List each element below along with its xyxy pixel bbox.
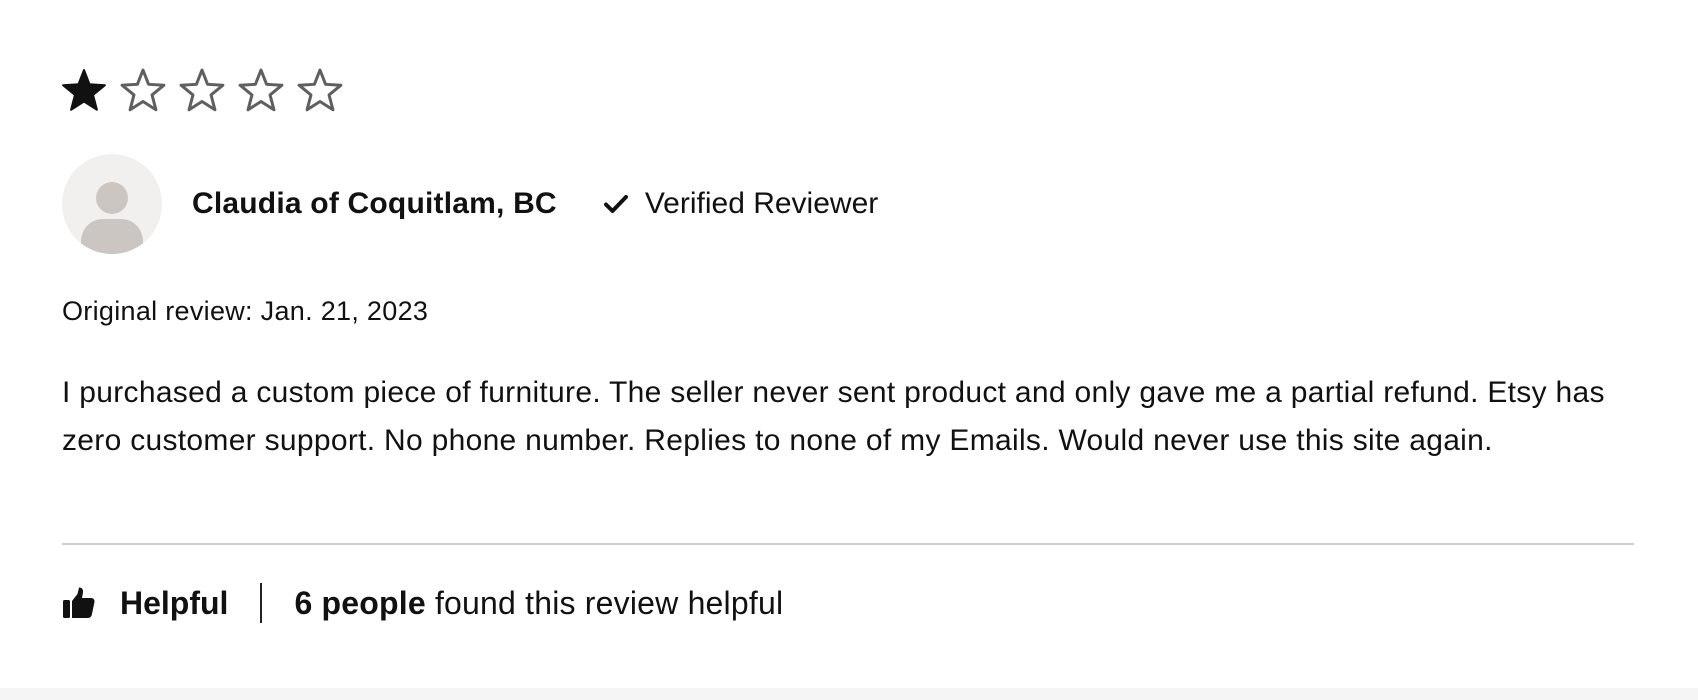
helpful-count: 6 people — [294, 584, 426, 621]
user-avatar-icon — [62, 154, 162, 254]
original-review-date: Original review: Jan. 21, 2023 — [62, 296, 429, 326]
avatar-body — [81, 219, 143, 254]
star-outline-icon — [120, 68, 166, 112]
divider — [62, 543, 1634, 545]
helpful-button[interactable]: Helpful — [62, 585, 228, 622]
review-card: Claudia of Coquitlam, BC Verified Review… — [0, 0, 1698, 688]
reviewer-row: Claudia of Coquitlam, BC Verified Review… — [62, 154, 878, 254]
helpful-suffix: found this review helpful — [425, 584, 784, 621]
verified-label: Verified Reviewer — [644, 187, 879, 220]
star-outline-icon — [179, 68, 225, 112]
star-rating — [60, 66, 344, 114]
helpful-label: Helpful — [120, 584, 229, 621]
helpful-count-text: 6 people found this review helpful — [294, 585, 783, 622]
thumbs-up-icon — [63, 587, 95, 618]
review-body: I purchased a custom piece of furniture.… — [62, 376, 1605, 457]
star-outline-icon — [238, 68, 284, 112]
star-filled-icon — [62, 69, 106, 111]
reviewer-name: Claudia of Coquitlam, BC — [192, 187, 557, 220]
review-footer: Helpful 6 people found this review helpf… — [62, 582, 783, 624]
verified-badge: Verified Reviewer — [603, 187, 878, 221]
footer-separator — [260, 583, 263, 623]
star-outline-icon — [297, 68, 343, 112]
checkmark-icon — [603, 195, 628, 213]
avatar-head — [96, 182, 128, 214]
